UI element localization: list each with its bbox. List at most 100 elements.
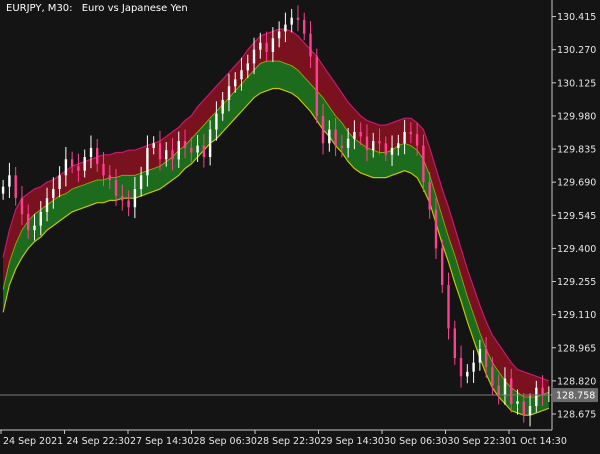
candle-body [415,134,419,146]
y-tick-label: 129.835 [557,145,596,156]
candle-body [309,33,312,57]
candle-body [503,378,507,395]
chart-canvas[interactable]: 130.415 130.270 130.125 129.980 129.835 129.6… [0,0,600,450]
candle-body [340,145,344,148]
candle-body [334,129,337,146]
candle-body [208,129,212,157]
symbol-label: EURJPY, M30: [6,3,73,14]
candle-body [453,328,456,359]
candle-body [96,147,99,164]
candle-body [422,145,425,183]
candle-body [127,200,130,208]
candle-body [409,131,413,135]
candle [315,48,318,123]
candle-body [158,143,162,160]
candle-body [434,209,438,249]
candle-body [77,166,80,171]
x-tick-label: 30 Sep 22:30 [448,436,511,447]
candle-body [328,129,331,144]
x-tick-label: 27 Sep 14:30 [130,436,193,447]
candle-body [252,49,256,64]
current-price-label: 128.758 [556,391,595,402]
candle-body [33,225,36,231]
y-tick-label: 129.980 [557,111,596,122]
candle-body [121,195,124,201]
candle-body [484,348,488,368]
candle-body [315,56,318,116]
candle-body [384,143,387,155]
candle-body [522,401,525,416]
candle-body [466,371,469,377]
candle-body [139,175,143,189]
candle-body [284,24,287,32]
candle-body [359,131,362,137]
candle-body [70,159,74,167]
candle-body [535,387,538,406]
y-tick-label: 129.545 [557,211,596,222]
x-tick-label: 24 Sep 2021 [3,436,63,447]
candle-body [177,141,180,160]
candle-body [441,248,444,285]
x-tick-label: 29 Sep 14:30 [321,436,384,447]
candle-body [58,175,61,189]
candle-body [165,150,168,160]
candle-body [39,211,42,226]
y-tick-label: 130.415 [557,12,596,23]
candle-body [152,143,155,148]
candle-body [1,186,5,194]
candle-body [372,141,375,151]
candle-body [428,182,431,210]
candle-body [227,86,231,100]
candle-body [459,358,463,377]
x-tick-label: 28 Sep 22:30 [257,436,320,447]
candle-body [321,115,325,144]
chart-area[interactable]: 130.415 130.270 130.125 129.980 129.835 129.6… [0,0,600,450]
candle-body [528,406,532,416]
candle-body [472,362,475,372]
candle-body [378,141,381,144]
candle-body [8,175,11,187]
candle-body [491,367,494,386]
candle-body [259,42,262,50]
x-tick-label: 1 Oct 14:30 [511,436,567,447]
y-tick-label: 129.255 [557,277,596,288]
candle-body [365,136,369,151]
candle-body [14,175,17,199]
candle-body [114,179,118,196]
x-tick-label: 24 Sep 22:30 [67,436,130,447]
candle-body [447,285,450,329]
candle-body [265,42,268,52]
candle-body [478,348,482,363]
candle-body [240,70,243,80]
candle-body [202,145,206,157]
y-tick-label: 129.690 [557,178,596,189]
y-tick-label: 128.675 [557,410,596,421]
candle-body [146,147,149,176]
candle-body [89,147,93,157]
candle-body [277,31,281,39]
candle-body [27,214,30,231]
candle-body [296,17,300,20]
symbol-description: Euro vs Japanese Yen [81,3,188,14]
candle-body [221,99,224,114]
candle-body [133,189,137,208]
candle-body [246,63,249,71]
candle-body [196,145,199,153]
candle-body [397,143,400,148]
chart-title: EURJPY, M30: Euro vs Japanese Yen [6,3,194,14]
y-tick-label: 129.400 [557,244,596,255]
candle-body [271,38,275,52]
candle-body [403,131,406,144]
y-tick-label: 128.965 [557,343,596,354]
y-tick-label: 129.110 [557,310,596,321]
candle-body [516,401,519,404]
candle-body [541,387,544,395]
y-tick-label: 130.125 [557,78,596,89]
candle-body [108,175,111,180]
candle-body [234,79,237,87]
candle-body [346,138,350,148]
candle-body [183,141,187,148]
candle-body [20,198,24,215]
candle-body [290,17,293,25]
candle-body [510,378,513,404]
